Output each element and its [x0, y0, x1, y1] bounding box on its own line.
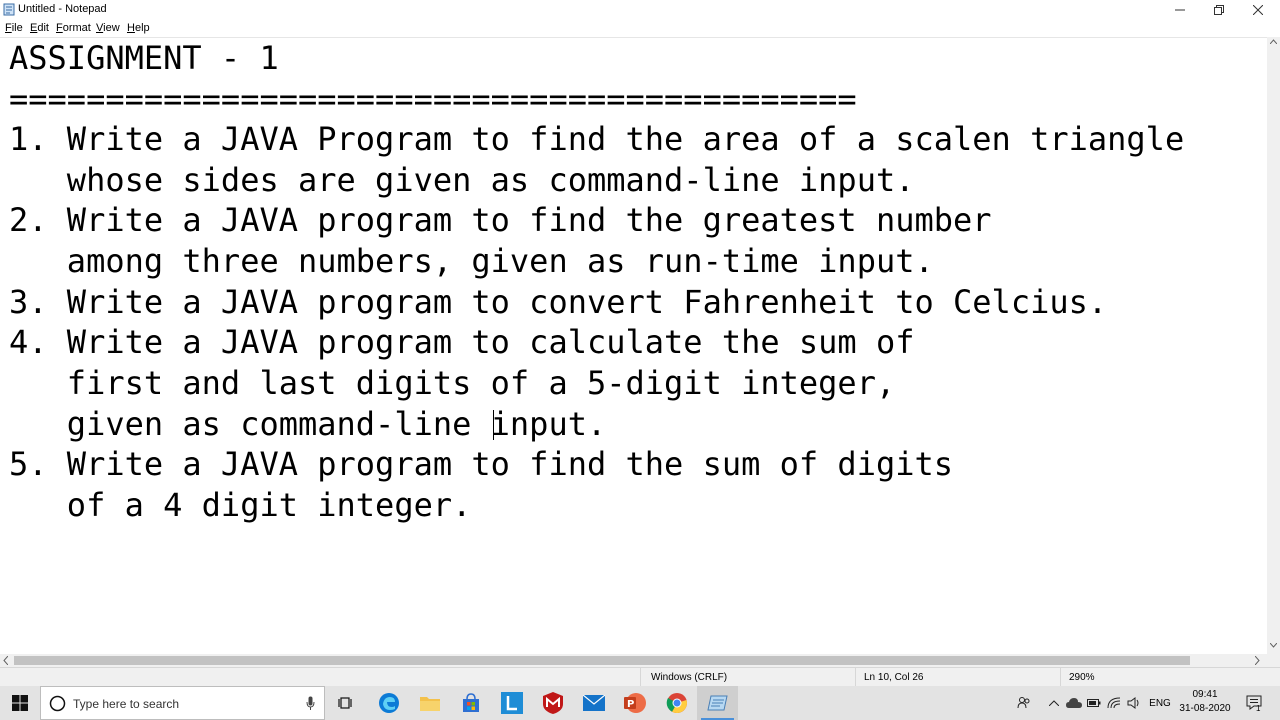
- microphone-icon[interactable]: [306, 696, 315, 711]
- status-separator: [640, 668, 641, 687]
- scroll-right-icon[interactable]: [1255, 656, 1260, 665]
- taskbar-search-box[interactable]: Type here to search: [40, 686, 325, 720]
- notepad-icon: [706, 695, 728, 711]
- speaker-icon: [1127, 697, 1139, 709]
- notepad-app-icon[interactable]: [3, 3, 15, 16]
- menu-view[interactable]: View: [96, 21, 120, 35]
- taskbar-l-app[interactable]: [491, 686, 532, 720]
- taskbar-chrome[interactable]: [656, 686, 697, 720]
- search-icon: [49, 695, 66, 712]
- status-encoding: Windows (CRLF): [651, 672, 728, 683]
- taskbar-powerpoint[interactable]: P: [614, 686, 655, 720]
- folder-icon: [419, 697, 440, 711]
- taskbar-mcafee[interactable]: [532, 686, 573, 720]
- scroll-up-icon[interactable]: [1270, 39, 1277, 44]
- editor-line: whose sides are given as command-line in…: [9, 161, 915, 199]
- task-view-button[interactable]: [325, 686, 366, 720]
- vertical-scrollbar[interactable]: [1267, 37, 1280, 654]
- notification-count: 1: [1256, 704, 1261, 713]
- status-bar: Windows (CRLF) Ln 10, Col 26 290%: [0, 667, 1280, 687]
- scrollbar-corner: [1267, 654, 1280, 667]
- wifi-icon: [1107, 697, 1121, 709]
- status-zoom: 290%: [1069, 672, 1095, 683]
- volume-button[interactable]: [1124, 686, 1144, 720]
- editor-line: first and last digits of a 5-digit integ…: [9, 364, 896, 402]
- text-caret: [493, 410, 494, 440]
- menu-format[interactable]: Format: [56, 21, 91, 35]
- editor-line: ASSIGNMENT - 1: [9, 39, 279, 77]
- editor-line: 3. Write a JAVA program to convert Fahre…: [9, 283, 1108, 321]
- edge-icon: [378, 693, 399, 713]
- taskbar: Type here to search P ENG 09:41 31-08-20…: [0, 686, 1280, 720]
- search-placeholder: Type here to search: [73, 697, 180, 711]
- task-view-icon: [337, 697, 352, 709]
- editor-line: 5. Write a JAVA program to find the sum …: [9, 445, 954, 483]
- title-bar[interactable]: Untitled - Notepad: [0, 0, 1280, 19]
- minimize-icon: [1175, 9, 1185, 10]
- status-cursor-position: Ln 10, Col 26: [864, 672, 924, 683]
- l-app-icon: [500, 692, 523, 714]
- scroll-left-icon[interactable]: [3, 656, 8, 665]
- battery-icon: [1087, 699, 1101, 707]
- people-button[interactable]: [1013, 686, 1035, 720]
- chrome-icon: [666, 693, 687, 714]
- editor-line: given as command-line input.: [9, 405, 607, 443]
- onedrive-button[interactable]: [1064, 686, 1084, 720]
- menu-edit[interactable]: Edit: [30, 21, 49, 35]
- clock-date: 31-08-2020: [1179, 703, 1231, 714]
- status-separator: [855, 668, 856, 687]
- taskbar-edge[interactable]: [368, 686, 409, 720]
- taskbar-mail[interactable]: [573, 686, 614, 720]
- language-label: ENG: [1149, 697, 1171, 709]
- editor-line: ========================================…: [9, 80, 857, 118]
- menu-help[interactable]: Help: [127, 21, 150, 35]
- system-clock[interactable]: 09:41 31-08-2020: [1170, 688, 1240, 716]
- text-editor[interactable]: ASSIGNMENT - 1 =========================…: [0, 37, 1267, 655]
- taskbar-notepad[interactable]: [697, 686, 738, 720]
- people-icon: [1017, 697, 1030, 709]
- minimize-button[interactable]: [1160, 0, 1200, 19]
- editor-line: 1. Write a JAVA Program to find the area…: [9, 120, 1185, 158]
- svg-text:P: P: [627, 699, 634, 710]
- window-title: Untitled - Notepad: [18, 3, 107, 15]
- horizontal-scrollbar[interactable]: [0, 654, 1267, 667]
- start-button[interactable]: [0, 686, 40, 720]
- editor-line: 4. Write a JAVA program to calculate the…: [9, 323, 915, 361]
- editor-line: among three numbers, given as run-time i…: [9, 242, 934, 280]
- taskbar-file-explorer[interactable]: [409, 686, 450, 720]
- windows-logo-icon: [12, 695, 28, 711]
- close-icon: [1253, 4, 1263, 15]
- powerpoint-icon: P: [623, 693, 646, 713]
- taskbar-store[interactable]: [450, 686, 491, 720]
- clock-time: 09:41: [1192, 689, 1218, 700]
- battery-button[interactable]: [1084, 686, 1104, 720]
- action-center-button[interactable]: 1: [1243, 686, 1265, 720]
- menu-file[interactable]: File: [5, 21, 23, 35]
- editor-line: 2. Write a JAVA program to find the grea…: [9, 201, 992, 239]
- close-button[interactable]: [1238, 0, 1278, 19]
- show-hidden-icons-button[interactable]: [1045, 686, 1063, 720]
- restore-icon: [1214, 4, 1224, 15]
- wifi-button[interactable]: [1104, 686, 1124, 720]
- restore-button[interactable]: [1199, 0, 1239, 19]
- notepad-window: Untitled - Notepad File Edit Format View…: [0, 0, 1280, 687]
- mail-icon: [582, 695, 605, 711]
- horizontal-scroll-thumb[interactable]: [14, 656, 1190, 665]
- menu-bar: File Edit Format View Help: [0, 19, 1280, 37]
- status-separator: [1060, 668, 1061, 687]
- scroll-down-icon[interactable]: [1270, 643, 1277, 648]
- chevron-up-icon: [1049, 700, 1059, 706]
- editor-line: of a 4 digit integer.: [9, 486, 472, 524]
- mcafee-shield-icon: [542, 692, 563, 714]
- store-bag-icon: [462, 693, 479, 712]
- cloud-icon: [1066, 698, 1082, 708]
